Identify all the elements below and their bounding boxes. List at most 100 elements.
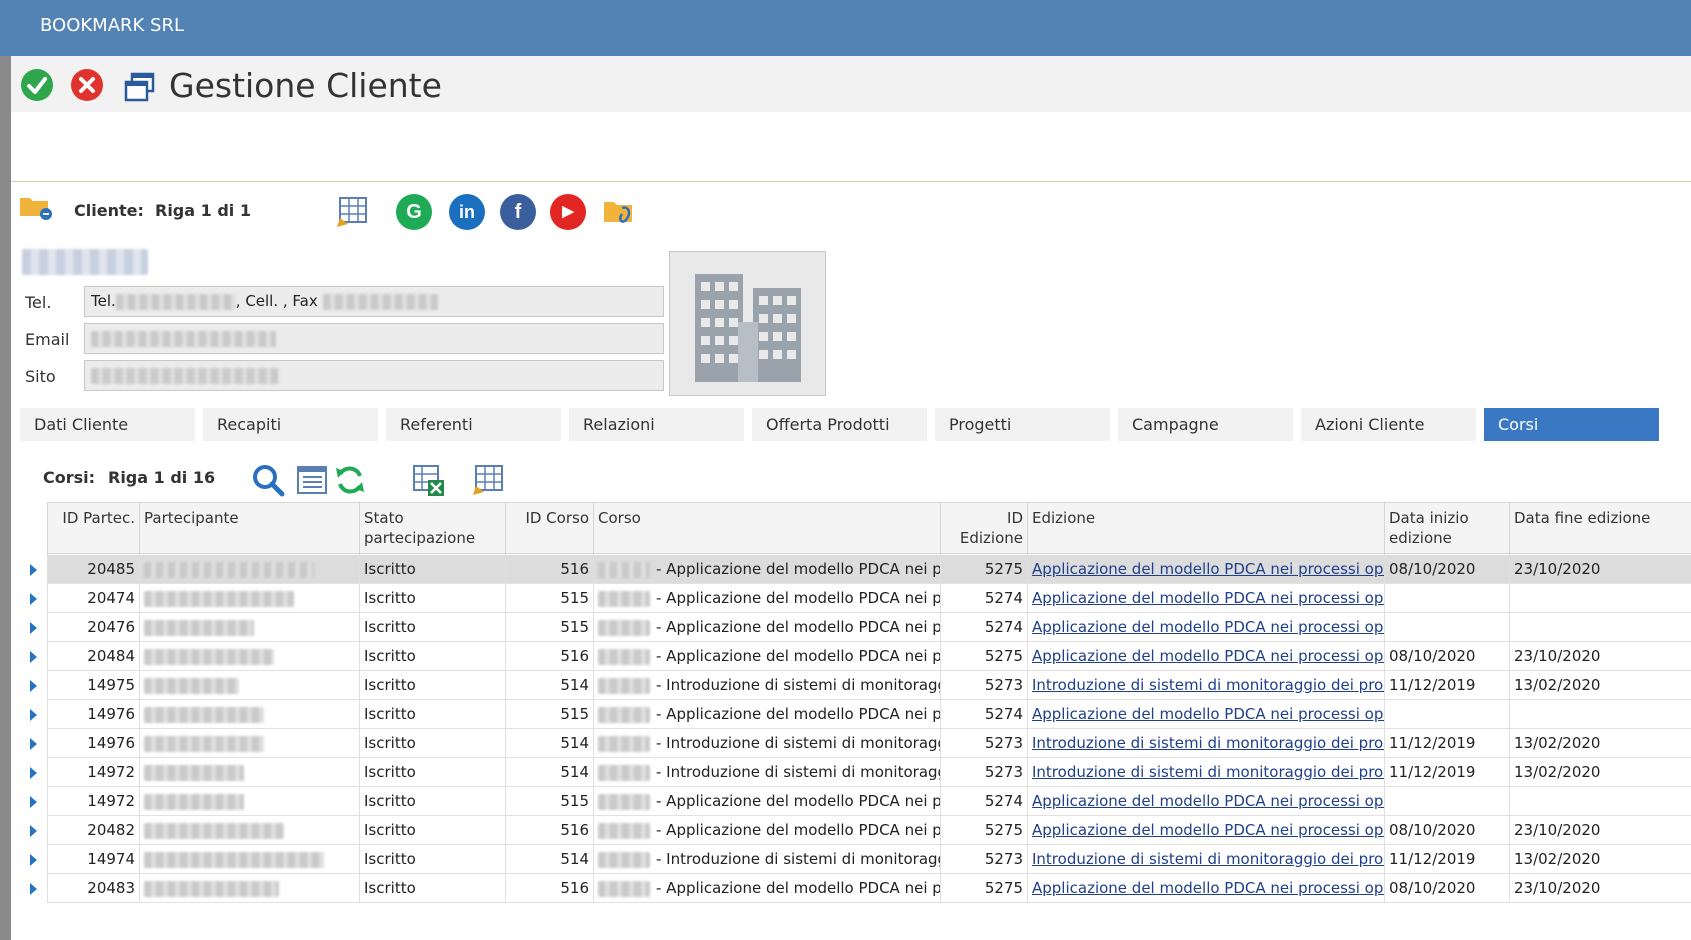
course-title: - Introduzione di sistemi di monitoraggi…: [656, 850, 940, 868]
folder-icon[interactable]: [18, 192, 54, 222]
table-row[interactable]: 14976 Iscritto 514 - Introduzione di sistem…: [30, 729, 1691, 758]
cell-edizione[interactable]: Applicazione del modello PDCA nei proces…: [1027, 642, 1384, 671]
header-strip: Gestione Cliente: [11, 56, 1691, 112]
cell-partecipante: [139, 816, 359, 845]
confirm-button[interactable]: [21, 69, 53, 101]
row-expand-icon[interactable]: [30, 796, 37, 808]
tab-offerta-prodotti[interactable]: Offerta Prodotti: [752, 408, 927, 441]
col-stato[interactable]: Stato partecipazione: [359, 503, 505, 555]
cell-id-partec: 14975: [47, 671, 139, 700]
col-edizione[interactable]: Edizione: [1027, 503, 1384, 555]
row-expand-icon[interactable]: [30, 738, 37, 750]
table-row[interactable]: 20485 Iscritto 516 - Applicazione del model…: [30, 555, 1691, 584]
table-row[interactable]: 14975 Iscritto 514 - Introduzione di sistem…: [30, 671, 1691, 700]
cell-edizione[interactable]: Applicazione del modello PDCA nei proces…: [1027, 700, 1384, 729]
tab-referenti[interactable]: Referenti: [386, 408, 561, 441]
col-data-fine[interactable]: Data fine edizione: [1509, 503, 1691, 555]
cell-data-fine: [1509, 700, 1691, 729]
cell-corso: - Introduzione di sistemi di monitoraggi…: [593, 845, 940, 874]
folder-attach-icon[interactable]: [602, 194, 638, 230]
table-row[interactable]: 20482 Iscritto 516 - Applicazione del model…: [30, 816, 1691, 845]
table-row[interactable]: 20484 Iscritto 516 - Applicazione del model…: [30, 642, 1691, 671]
cell-data-fine: [1509, 584, 1691, 613]
col-data-inizio[interactable]: Data inizio edizione: [1384, 503, 1509, 555]
row-expand-icon[interactable]: [30, 564, 37, 576]
cell-id-edizione: 5275: [940, 555, 1027, 584]
table-row[interactable]: 20476 Iscritto 515 - Applicazione del model…: [30, 613, 1691, 642]
client-record-info: Riga 1 di 1: [155, 201, 251, 220]
course-code-redacted: [598, 706, 650, 723]
window-icon[interactable]: [123, 70, 157, 104]
tab-progetti[interactable]: Progetti: [935, 408, 1110, 441]
cell-edizione[interactable]: Applicazione del modello PDCA nei proces…: [1027, 584, 1384, 613]
table-row[interactable]: 20483 Iscritto 516 - Applicazione del model…: [30, 874, 1691, 903]
google-icon[interactable]: G: [396, 194, 432, 230]
table-row[interactable]: 14974 Iscritto 514 - Introduzione di sistem…: [30, 845, 1691, 874]
cell-edizione[interactable]: Applicazione del modello PDCA nei proces…: [1027, 613, 1384, 642]
tab-dati-cliente[interactable]: Dati Cliente: [20, 408, 195, 441]
course-title: - Applicazione del modello PDCA nei proc…: [656, 589, 940, 607]
col-corso[interactable]: Corso: [593, 503, 940, 555]
excel-export-icon[interactable]: [410, 462, 446, 498]
cell-id-edizione: 5275: [940, 816, 1027, 845]
tab-corsi[interactable]: Corsi: [1484, 408, 1659, 441]
row-expand-icon[interactable]: [30, 593, 37, 605]
cell-data-inizio: 08/10/2020: [1384, 642, 1509, 671]
row-expand-icon[interactable]: [30, 680, 37, 692]
cancel-button[interactable]: [71, 69, 103, 101]
col-partecipante[interactable]: Partecipante: [139, 503, 359, 555]
facebook-icon[interactable]: f: [500, 194, 536, 230]
cell-corso: - Applicazione del modello PDCA nei proc…: [593, 874, 940, 903]
cell-data-inizio: 11/12/2019: [1384, 758, 1509, 787]
cell-edizione[interactable]: Introduzione di sistemi di monitoraggio …: [1027, 729, 1384, 758]
cell-id-edizione: 5274: [940, 584, 1027, 613]
course-code-redacted: [598, 677, 650, 694]
cell-data-fine: [1509, 787, 1691, 816]
search-icon[interactable]: [250, 462, 286, 498]
cell-edizione[interactable]: Applicazione del modello PDCA nei proces…: [1027, 555, 1384, 584]
table-row[interactable]: 14972 Iscritto 514 - Introduzione di sistem…: [30, 758, 1691, 787]
cell-edizione[interactable]: Applicazione del modello PDCA nei proces…: [1027, 874, 1384, 903]
cell-corso: - Applicazione del modello PDCA nei proc…: [593, 555, 940, 584]
cell-id-edizione: 5273: [940, 729, 1027, 758]
cell-edizione[interactable]: Introduzione di sistemi di monitoraggio …: [1027, 845, 1384, 874]
col-id-edizione[interactable]: ID Edizione: [940, 503, 1027, 555]
email-field[interactable]: [84, 323, 664, 354]
cell-id-corso: 514: [505, 758, 593, 787]
company-logo-placeholder: [669, 251, 826, 396]
row-expand-icon[interactable]: [30, 767, 37, 779]
list-view-icon[interactable]: [294, 462, 330, 498]
linkedin-icon[interactable]: in: [449, 194, 485, 230]
row-expand-icon[interactable]: [30, 883, 37, 895]
row-expand-icon[interactable]: [30, 825, 37, 837]
tab-recapiti[interactable]: Recapiti: [203, 408, 378, 441]
participant-name-redacted: [144, 648, 274, 665]
cell-edizione[interactable]: Introduzione di sistemi di monitoraggio …: [1027, 758, 1384, 787]
site-field[interactable]: [84, 360, 664, 391]
row-expand-icon[interactable]: [30, 854, 37, 866]
table-row[interactable]: 20474 Iscritto 515 - Applicazione del model…: [30, 584, 1691, 613]
youtube-icon[interactable]: ▶: [550, 194, 586, 230]
cell-edizione[interactable]: Applicazione del modello PDCA nei proces…: [1027, 816, 1384, 845]
cell-stato: Iscritto: [359, 584, 505, 613]
row-expand-icon[interactable]: [30, 709, 37, 721]
row-expand-icon[interactable]: [30, 651, 37, 663]
row-expand-icon[interactable]: [30, 622, 37, 634]
course-title: - Applicazione del modello PDCA nei proc…: [656, 560, 940, 578]
col-id-partec[interactable]: ID Partec.: [47, 503, 139, 555]
refresh-icon[interactable]: [332, 462, 368, 498]
tab-azioni-cliente[interactable]: Azioni Cliente: [1301, 408, 1476, 441]
edit-grid-icon[interactable]: [334, 194, 370, 230]
col-id-corso[interactable]: ID Corso: [505, 503, 593, 555]
edit-grid-icon-2[interactable]: [470, 462, 506, 498]
cell-edizione[interactable]: Applicazione del modello PDCA nei proces…: [1027, 787, 1384, 816]
cell-data-fine: 23/10/2020: [1509, 874, 1691, 903]
tab-relazioni[interactable]: Relazioni: [569, 408, 744, 441]
cell-edizione[interactable]: Introduzione di sistemi di monitoraggio …: [1027, 671, 1384, 700]
tab-campagne[interactable]: Campagne: [1118, 408, 1293, 441]
cell-id-edizione: 5273: [940, 845, 1027, 874]
cell-data-fine: 23/10/2020: [1509, 555, 1691, 584]
tel-field[interactable]: Tel. , Cell. , Fax: [84, 286, 664, 317]
table-row[interactable]: 14976 Iscritto 515 - Applicazione del model…: [30, 700, 1691, 729]
table-row[interactable]: 14972 Iscritto 515 - Applicazione del model…: [30, 787, 1691, 816]
